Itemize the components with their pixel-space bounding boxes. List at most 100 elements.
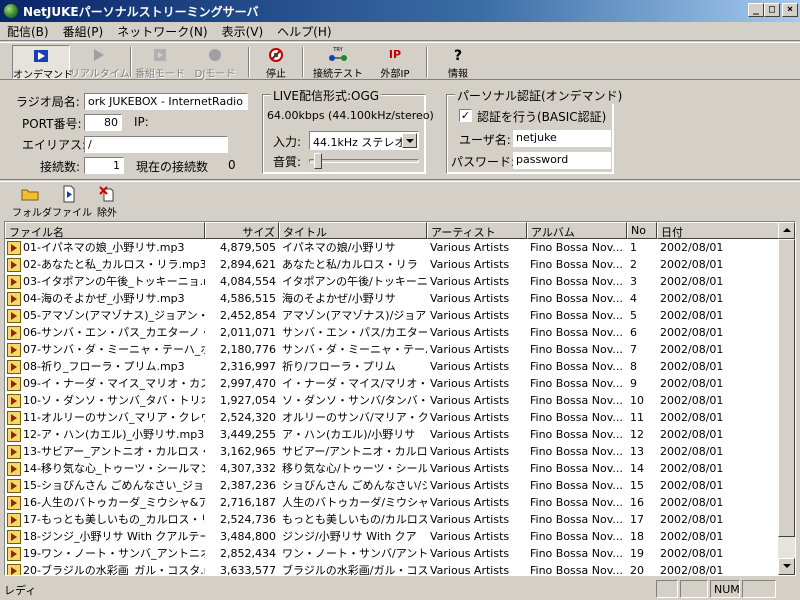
live-format-title: LIVE配信形式:OGG bbox=[271, 87, 382, 104]
port-label: PORT番号: bbox=[22, 117, 82, 131]
audio-file-icon bbox=[7, 495, 21, 510]
table-row[interactable]: 09-イ・ナーダ・マイス_マリオ・カストロ・... 2,997,470 イ・ナーダ・… bbox=[5, 375, 779, 392]
cell-size: 4,307,332 bbox=[220, 462, 276, 475]
audio-file-icon bbox=[7, 410, 21, 425]
table-row[interactable]: 13-サビアー_アントニオ・カルロス・ジョ... 3,162,965 サビアー/アン… bbox=[5, 443, 779, 460]
menu-program[interactable]: 番組(P) bbox=[56, 23, 111, 40]
cell-size: 3,449,255 bbox=[220, 428, 276, 441]
add-folder-button[interactable]: フォルダ bbox=[12, 184, 52, 219]
cell-no: 3 bbox=[630, 275, 637, 288]
alias-field[interactable]: / bbox=[84, 136, 228, 153]
input-select[interactable]: 44.1kHz ステレオ bbox=[309, 131, 419, 150]
cell-size: 2,997,470 bbox=[220, 377, 276, 390]
username-field[interactable]: netjuke bbox=[513, 130, 611, 147]
cell-size: 3,484,800 bbox=[220, 530, 276, 543]
track-list[interactable]: ファイル名 サイズ タイトル アーティスト アルバム No 日付 01-イパネマ… bbox=[4, 221, 796, 576]
table-row[interactable]: 04-海のそよかぜ_小野リサ.mp3 4,586,515 海のそよかぜ/小野リサ Va… bbox=[5, 290, 779, 307]
cell-no: 20 bbox=[630, 564, 644, 576]
cell-date: 2002/08/01 bbox=[660, 411, 724, 424]
filename-text: 14-移り気な心_トゥーツ・シールマン... bbox=[23, 462, 205, 475]
cell-title: ブラジルの水彩画/ガル・コス... bbox=[282, 564, 427, 576]
table-row[interactable]: 05-アマゾン(アマゾナス)_ジョアン・ド... 2,452,854 アマゾン(アマ… bbox=[5, 307, 779, 324]
station-name-field[interactable]: ork JUKEBOX - InternetRadio bbox=[84, 93, 248, 110]
cell-title: イタポアンの午後/トッキーニョ bbox=[282, 275, 427, 288]
info-label: 情報 bbox=[448, 69, 468, 80]
cell-date: 2002/08/01 bbox=[660, 428, 724, 441]
audio-file-icon bbox=[7, 563, 21, 575]
password-field[interactable]: password bbox=[513, 152, 611, 169]
audio-file-icon bbox=[7, 291, 21, 306]
cell-filename: 02-あなたと私_カルロス・リラ.mp3 bbox=[5, 256, 205, 273]
column-header-artist[interactable]: アーティスト bbox=[427, 222, 527, 239]
port-field[interactable]: 80 bbox=[84, 114, 122, 131]
table-row[interactable]: 18-ジンジ_小野リサ With クアルテー... 3,484,800 ジンジ/小野… bbox=[5, 528, 779, 545]
column-header-date[interactable]: 日付 bbox=[657, 222, 779, 239]
connections-field[interactable]: 1 bbox=[84, 157, 124, 174]
column-header-size[interactable]: サイズ bbox=[205, 222, 279, 239]
quality-slider-thumb[interactable] bbox=[314, 153, 323, 169]
cell-artist: Various Artists bbox=[430, 564, 510, 576]
scroll-thumb[interactable] bbox=[778, 239, 795, 537]
stop-icon bbox=[256, 45, 296, 65]
table-row[interactable]: 02-あなたと私_カルロス・リラ.mp3 2,894,621 あなたと私/カルロス・… bbox=[5, 256, 779, 273]
column-header-filename[interactable]: ファイル名 bbox=[5, 222, 205, 239]
menu-broadcast[interactable]: 配信(B) bbox=[0, 23, 56, 40]
info-button[interactable]: ? 情報 bbox=[438, 45, 478, 80]
table-row[interactable]: 17-もっとも美しいもの_カルロス・リラ... 2,524,736 もっとも美しいも… bbox=[5, 511, 779, 528]
table-row[interactable]: 15-ショびんさん ごめんなさい_ジョニ... 2,387,236 ショびんさん ご… bbox=[5, 477, 779, 494]
connect-test-button[interactable]: TRY 接続テスト bbox=[310, 45, 366, 80]
audio-file-icon bbox=[7, 274, 21, 289]
filename-text: 10-ソ・ダンソ・サンバ_タバ・トリオ.m... bbox=[23, 394, 205, 407]
table-row[interactable]: 14-移り気な心_トゥーツ・シールマン... 4,307,332 移り気な心/トゥー… bbox=[5, 460, 779, 477]
table-row[interactable]: 07-サンバ・ダ・ミーニャ・テーハ_ホジー... 2,180,776 サンバ・ダ・ミ… bbox=[5, 341, 779, 358]
menu-network[interactable]: ネットワーク(N) bbox=[110, 23, 214, 40]
cell-date: 2002/08/01 bbox=[660, 445, 724, 458]
title-bar[interactable]: NetJUKEパーソナルストリーミングサーバ _ □ × bbox=[0, 0, 800, 22]
table-row[interactable]: 11-オルリーのサンバ_マリア・クレウー... 2,524,320 オルリーのサンバ… bbox=[5, 409, 779, 426]
vertical-scrollbar[interactable] bbox=[778, 222, 795, 575]
table-row[interactable]: 10-ソ・ダンソ・サンバ_タバ・トリオ.m... 1,927,054 ソ・ダンソ・サ… bbox=[5, 392, 779, 409]
external-ip-icon: IP bbox=[370, 45, 420, 65]
column-header-no[interactable]: No bbox=[627, 222, 657, 239]
cell-no: 1 bbox=[630, 241, 637, 254]
station-name-label: ラジオ局名: bbox=[16, 95, 80, 109]
auth-checkbox[interactable]: ✓ bbox=[459, 109, 472, 122]
realtime-button[interactable]: リアルタイム bbox=[70, 45, 130, 80]
table-row[interactable]: 03-イタポアンの午後_トッキーニョ.mp3 4,084,554 イタポアンの午後/… bbox=[5, 273, 779, 290]
cell-title: アマゾン(アマゾナス)/ジョア bbox=[282, 309, 427, 322]
external-ip-button[interactable]: IP 外部IP bbox=[370, 45, 420, 80]
cell-artist: Various Artists bbox=[430, 326, 510, 339]
cell-no: 19 bbox=[630, 547, 644, 560]
cell-title: 海のそよかぜ/小野リサ bbox=[282, 292, 396, 305]
table-row[interactable]: 06-サンバ・エン・パス_カエターノ・ヴェ... 2,011,071 サンバ・エン・… bbox=[5, 324, 779, 341]
column-header-album[interactable]: アルバム bbox=[527, 222, 627, 239]
table-row[interactable]: 16-人生のバトゥカーダ_ミウシャ&ア... 2,716,187 人生のバトゥカーダ… bbox=[5, 494, 779, 511]
menu-help[interactable]: ヘルプ(H) bbox=[270, 23, 338, 40]
maximize-button[interactable]: □ bbox=[764, 3, 780, 17]
table-row[interactable]: 12-ア・ハン(カエル)_小野リサ.mp3 3,449,255 ア・ハン(カエル)/… bbox=[5, 426, 779, 443]
ondemand-button[interactable]: オンデマンド bbox=[12, 45, 73, 81]
add-file-button[interactable]: ファイル bbox=[52, 184, 92, 219]
cell-no: 6 bbox=[630, 326, 637, 339]
connect-test-label: 接続テスト bbox=[313, 69, 363, 80]
column-header-title[interactable]: タイトル bbox=[279, 222, 427, 239]
dropdown-arrow-icon[interactable] bbox=[402, 133, 417, 148]
table-row[interactable]: 19-ワン・ノート・サンバ_アントニオ・カ... 2,852,434 ワン・ノート・… bbox=[5, 545, 779, 562]
cell-album: Fino Bossa Nov... bbox=[530, 428, 623, 441]
table-row[interactable]: 08-祈り_フローラ・プリム.mp3 2,316,997 祈り/フローラ・プリム Va… bbox=[5, 358, 779, 375]
program-mode-button[interactable]: 番組モード bbox=[134, 45, 186, 80]
scroll-down-button[interactable] bbox=[778, 558, 795, 575]
scroll-up-button[interactable] bbox=[778, 222, 795, 239]
minimize-button[interactable]: _ bbox=[748, 3, 764, 17]
table-row[interactable]: 01-イパネマの娘_小野リサ.mp3 4,879,505 イパネマの娘/小野リサ Va… bbox=[5, 239, 779, 256]
table-row[interactable]: 20-ブラジルの水彩画_ガル・コスタ.m... 3,633,577 ブラジルの水彩画… bbox=[5, 562, 779, 576]
menu-view[interactable]: 表示(V) bbox=[215, 23, 271, 40]
remove-button[interactable]: 除外 bbox=[92, 184, 122, 219]
close-button[interactable]: × bbox=[782, 3, 798, 17]
quality-slider-track[interactable] bbox=[309, 159, 419, 163]
cell-date: 2002/08/01 bbox=[660, 479, 724, 492]
stop-button[interactable]: 停止 bbox=[256, 45, 296, 80]
cell-album: Fino Bossa Nov... bbox=[530, 275, 623, 288]
dj-mode-button[interactable]: DJモード bbox=[190, 45, 240, 80]
cell-artist: Various Artists bbox=[430, 411, 510, 424]
